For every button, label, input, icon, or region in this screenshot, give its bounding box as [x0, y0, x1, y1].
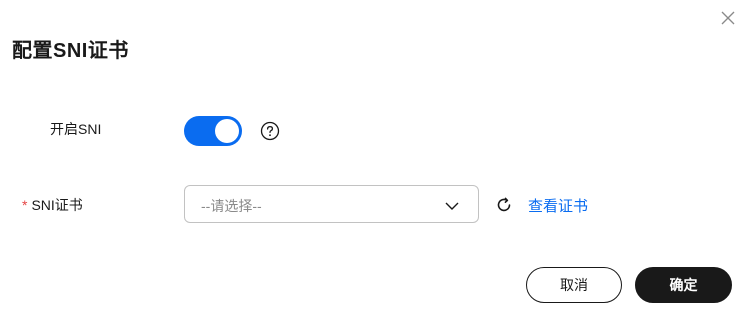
sni-cert-label-group: * SNI证书 [22, 195, 83, 215]
close-icon[interactable] [720, 10, 736, 26]
dialog-title: 配置SNI证书 [12, 40, 129, 62]
chevron-down-icon [445, 202, 459, 210]
required-mark: * [22, 197, 28, 213]
sni-cert-label: SNI证书 [31, 197, 83, 213]
refresh-icon[interactable] [495, 196, 513, 214]
toggle-knob [215, 119, 239, 143]
enable-sni-toggle[interactable] [184, 116, 242, 146]
select-placeholder: --请选择-- [201, 198, 262, 214]
cancel-button[interactable]: 取消 [526, 267, 622, 303]
enable-sni-label: 开启SNI [50, 121, 102, 137]
sni-cert-dialog: 配置SNI证书 开启SNI * SNI证书 --请选择-- 查看证书 取消 确定 [0, 0, 745, 309]
question-circle-icon[interactable] [260, 121, 280, 141]
confirm-button[interactable]: 确定 [635, 267, 732, 303]
sni-cert-select[interactable]: --请选择-- [184, 185, 479, 223]
view-certificate-link[interactable]: 查看证书 [528, 195, 588, 216]
